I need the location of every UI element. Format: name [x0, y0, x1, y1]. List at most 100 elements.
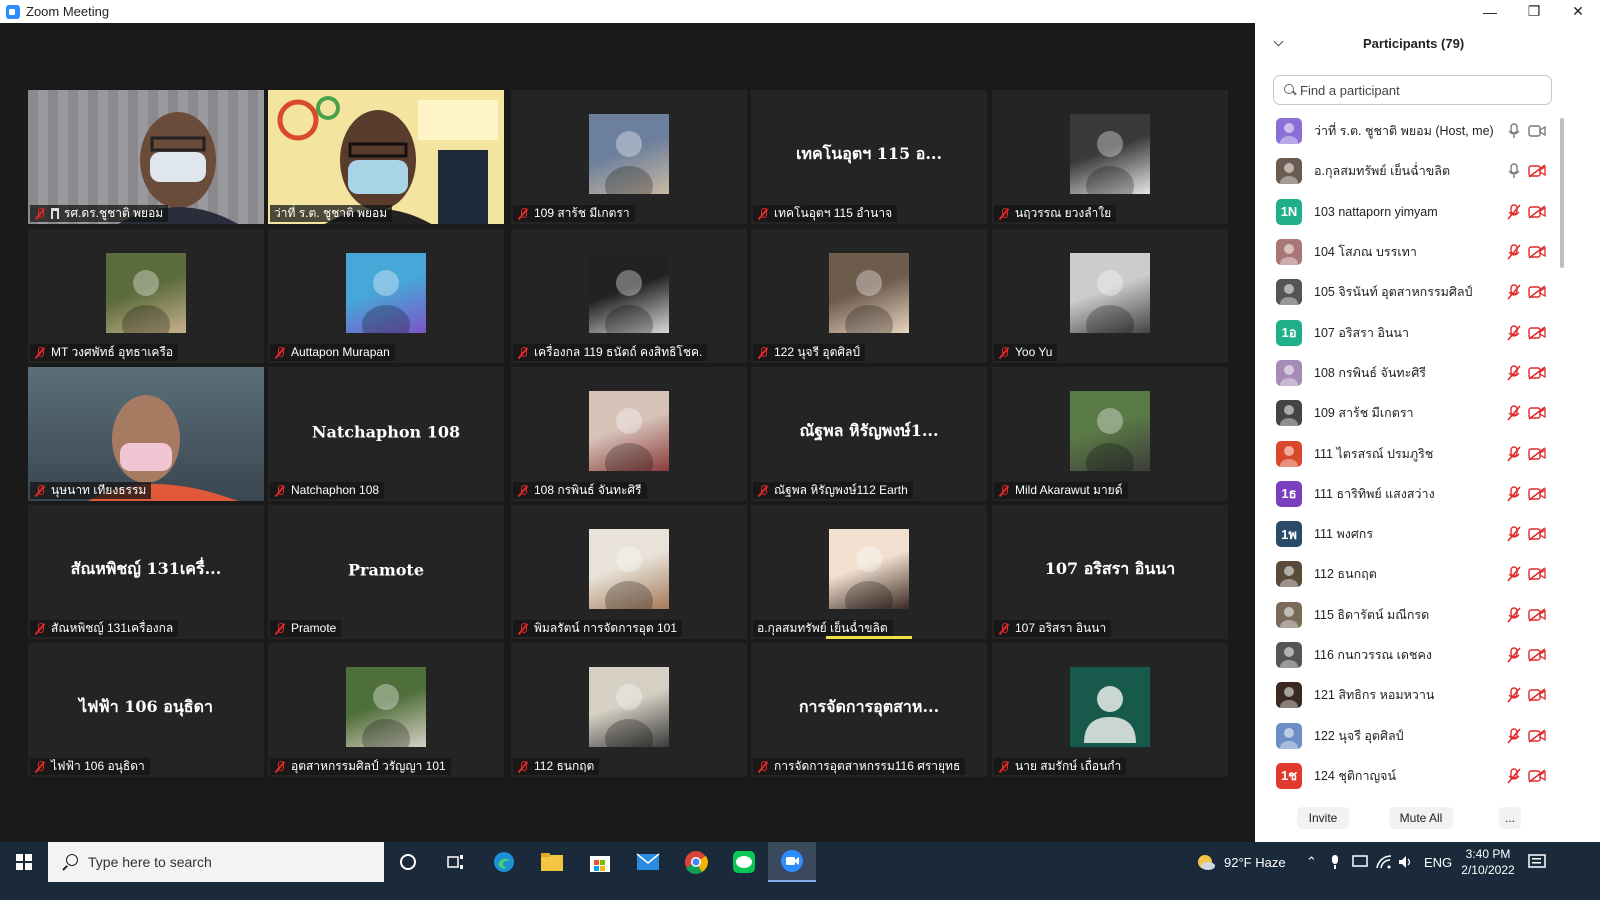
language-indicator[interactable]: ENG: [1424, 842, 1452, 882]
video-tile[interactable]: เครื่องกล 119 ธนัตถ์ คงสิทธิโชค.: [511, 229, 747, 363]
chevron-down-icon[interactable]: [1273, 37, 1285, 49]
video-tile[interactable]: 122 นุจรี อุตศิลป์: [751, 229, 987, 363]
participant-row[interactable]: 1พ 111 พงศกร: [1255, 514, 1555, 554]
participant-row[interactable]: 105 จิรนันท์ อุตสาหกรรมศิลป์: [1255, 272, 1555, 312]
show-hidden-icons[interactable]: ⌃: [1306, 842, 1317, 882]
video-tile[interactable]: พิมลรัตน์ การจัดการอุต 101: [511, 505, 747, 639]
video-off-icon[interactable]: [1528, 608, 1546, 622]
participant-row[interactable]: 112 ธนกฤต: [1255, 554, 1555, 594]
weather-widget[interactable]: 92°F Haze: [1196, 842, 1286, 882]
participant-row[interactable]: 1ช 124 ชุติกาญจน์: [1255, 756, 1555, 796]
video-tile[interactable]: รศ.ดร.ชูชาติ พยอม: [28, 90, 264, 224]
restore-button[interactable]: ❐: [1512, 0, 1556, 23]
video-off-icon[interactable]: [1528, 527, 1546, 541]
chrome-icon[interactable]: [672, 842, 720, 882]
video-off-icon[interactable]: [1528, 164, 1546, 179]
video-tile[interactable]: 107 อริสรา อินนา 107 อริสรา อินนา: [992, 505, 1228, 639]
wifi-icon[interactable]: [1376, 842, 1392, 882]
microphone-muted-icon[interactable]: [1507, 566, 1521, 582]
microphone-muted-icon[interactable]: [1507, 324, 1521, 341]
video-tile[interactable]: Natchaphon 108 Natchaphon 108: [268, 367, 504, 501]
video-tile[interactable]: 112 ธนกฤต: [511, 643, 747, 777]
participant-search[interactable]: [1273, 75, 1552, 105]
task-view-icon[interactable]: [432, 842, 480, 882]
participant-row[interactable]: 115 ธิดารัตน์ มณีกรด: [1255, 595, 1555, 635]
microphone-muted-icon[interactable]: [1507, 727, 1521, 744]
video-tile[interactable]: 109 สาร้ช มีเกตรา: [511, 90, 747, 224]
cortana-icon[interactable]: [384, 842, 432, 882]
microphone-muted-icon[interactable]: [1507, 204, 1521, 220]
device-tray-icon[interactable]: [1352, 842, 1368, 882]
video-off-icon[interactable]: [1528, 245, 1546, 259]
participant-row[interactable]: 111 ไตรสรณ์ ปรมภูริช: [1255, 433, 1555, 473]
video-off-icon[interactable]: [1528, 366, 1546, 380]
video-off-icon[interactable]: [1528, 728, 1546, 743]
video-off-icon[interactable]: [1528, 688, 1546, 702]
microphone-muted-icon[interactable]: [1507, 445, 1521, 462]
mute-all-button[interactable]: Mute All: [1389, 807, 1453, 829]
zoom-taskbar-icon[interactable]: [768, 842, 816, 882]
video-tile[interactable]: ว่าที่ ร.ต. ชูชาติ พยอม: [268, 90, 504, 224]
video-off-icon[interactable]: [1528, 648, 1546, 662]
video-tile[interactable]: นฤวรรณ ยวงลำใย: [992, 90, 1228, 224]
video-off-icon[interactable]: [1528, 567, 1546, 582]
participant-row[interactable]: 108 กรพินธ์ จันทะศิรี: [1255, 353, 1555, 393]
video-off-icon[interactable]: [1528, 769, 1546, 783]
edge-icon[interactable]: [480, 842, 528, 882]
video-off-icon[interactable]: [1528, 205, 1546, 219]
mail-icon[interactable]: [624, 842, 672, 882]
microphone-muted-icon[interactable]: [1507, 486, 1521, 502]
video-off-icon[interactable]: [1528, 326, 1546, 340]
participant-row[interactable]: ว่าที่ ร.ต. ชูชาติ พยอม (Host, me): [1255, 111, 1555, 151]
participant-row[interactable]: อ.กุลสมทรัพย์ เย็นฉ่ำขลิต: [1255, 151, 1555, 191]
video-tile[interactable]: ณัฐพล หิรัญพงษ์1... ณัฐพล หิรัญพงษ์112 Ea…: [751, 367, 987, 501]
participant-row[interactable]: 109 สาร้ช มีเกตรา: [1255, 393, 1555, 433]
video-tile[interactable]: สัณหพิชญ์ 131เครื่... สัณหพิชญ์ 131เครื่อ…: [28, 505, 264, 639]
microphone-icon[interactable]: [1507, 163, 1521, 179]
minimize-button[interactable]: —: [1468, 0, 1512, 23]
microphone-muted-icon[interactable]: [1507, 647, 1521, 663]
participant-row[interactable]: 1ธ 111 ธาริทิพย์ แสงสว่าง: [1255, 474, 1555, 514]
microphone-muted-icon[interactable]: [1507, 405, 1521, 421]
line-app-icon[interactable]: [720, 842, 768, 882]
video-tile[interactable]: MT วงศพัทธ์ อุทธาเครือ: [28, 229, 264, 363]
notifications-icon[interactable]: [1528, 842, 1546, 882]
video-tile[interactable]: Pramote Pramote: [268, 505, 504, 639]
participant-row[interactable]: 104 โสภณ บรรเทา: [1255, 232, 1555, 272]
participant-row[interactable]: 122 นุจรี อุตศิลป์: [1255, 715, 1555, 755]
video-tile[interactable]: 108 กรพินธ์ จันทะศิรี: [511, 367, 747, 501]
participant-row[interactable]: 121 สิทธิกร หอมหวาน: [1255, 675, 1555, 715]
video-tile[interactable]: อุตสาหกรรมศิลป์ วรัญญา 101: [268, 643, 504, 777]
video-tile[interactable]: Yoo Yu: [992, 229, 1228, 363]
microphone-icon[interactable]: [1507, 123, 1521, 139]
participant-row[interactable]: 116 กนกวรรณ เดชคง: [1255, 635, 1555, 675]
microphone-muted-icon[interactable]: [1507, 365, 1521, 381]
video-tile[interactable]: ไฟฟ้า 106 อนุธิดา ไฟฟ้า 106 อนุธิดา: [28, 643, 264, 777]
microphone-muted-icon[interactable]: [1507, 284, 1521, 300]
volume-icon[interactable]: [1398, 842, 1414, 882]
participant-search-input[interactable]: [1300, 82, 1540, 98]
video-tile[interactable]: เทคโนอุตฯ 115 อ... เทคโนอุตฯ 115 อำนาจ: [751, 90, 987, 224]
microphone-muted-icon[interactable]: [1507, 526, 1521, 542]
microphone-muted-icon[interactable]: [1507, 687, 1521, 703]
microphone-muted-icon[interactable]: [1507, 244, 1521, 260]
scrollbar[interactable]: [1560, 118, 1564, 268]
taskbar-search[interactable]: Type here to search: [48, 842, 384, 882]
video-tile[interactable]: นุษนาท เทียงธรรม: [28, 367, 264, 501]
video-tile[interactable]: Auttapon Murapan: [268, 229, 504, 363]
video-off-icon[interactable]: [1528, 285, 1546, 299]
video-tile[interactable]: Mild Akarawut มายด์: [992, 367, 1228, 501]
microphone-muted-icon[interactable]: [1507, 607, 1521, 623]
video-tile[interactable]: นาย สมรักษ์ เถื่อนกำ: [992, 643, 1228, 777]
microphone-tray-icon[interactable]: [1330, 842, 1340, 882]
clock[interactable]: 3:40 PM 2/10/2022: [1452, 846, 1524, 878]
participant-row[interactable]: 1N 103 nattaporn yimyam: [1255, 192, 1555, 232]
microphone-muted-icon[interactable]: [1507, 768, 1521, 784]
invite-button[interactable]: Invite: [1297, 807, 1349, 829]
video-off-icon[interactable]: [1528, 446, 1546, 461]
video-camera-icon[interactable]: [1528, 124, 1546, 138]
video-off-icon[interactable]: [1528, 487, 1546, 501]
close-button[interactable]: ✕: [1556, 0, 1600, 23]
participant-row[interactable]: 1อ 107 อริสรา อินนา: [1255, 312, 1555, 352]
start-button[interactable]: [0, 842, 47, 882]
